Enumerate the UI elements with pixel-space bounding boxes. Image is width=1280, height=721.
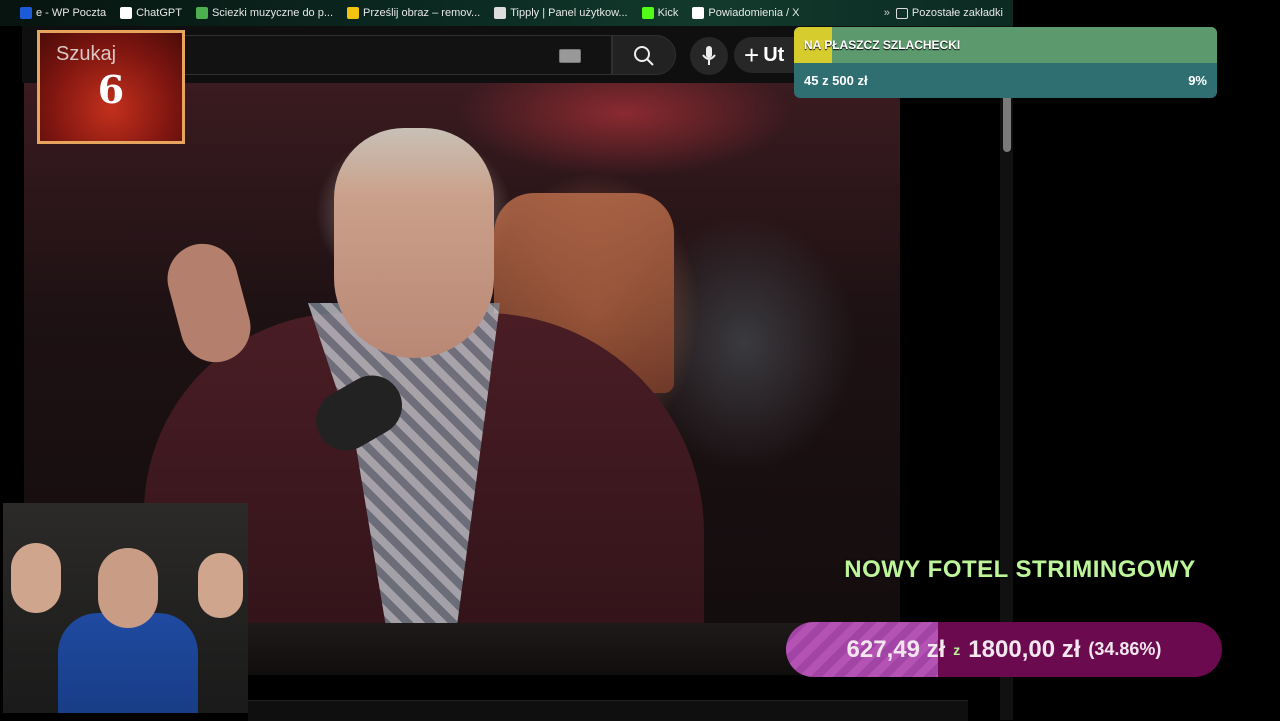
folder-icon bbox=[895, 7, 908, 19]
goal-title: NA PŁASZCZ SZLACHECKI bbox=[804, 38, 961, 52]
webcam-right-hand bbox=[198, 553, 243, 618]
bookmarks-overflow-icon[interactable]: » bbox=[884, 7, 890, 19]
bookmark-item[interactable]: Kick bbox=[641, 7, 679, 19]
image-icon bbox=[195, 7, 208, 19]
donation-goal-title: NOWY FOTEL STRIMINGOWY bbox=[844, 556, 1196, 583]
bookmark-label: Tipply | Panel użytkow... bbox=[510, 7, 628, 19]
search-counter-label: Szukaj bbox=[56, 43, 117, 65]
bookmark-item[interactable]: Powiadomienia / X bbox=[692, 7, 799, 19]
search-input[interactable] bbox=[160, 35, 612, 75]
search-counter-overlay: Szukaj 6 bbox=[37, 30, 185, 144]
bookmark-list: e - WP Poczta ChatGPT Sciezki muzyczne do … bbox=[20, 7, 799, 19]
donation-percent: (34.86%) bbox=[1088, 639, 1162, 659]
chatgpt-icon bbox=[120, 7, 133, 19]
donation-goal: 1800,00 zł bbox=[968, 635, 1081, 663]
bookmark-label: Prześlij obraz – remov... bbox=[363, 7, 481, 19]
bookmark-label: Powiadomienia / X bbox=[708, 7, 800, 19]
donation-progress-text: 627,49 zł z 1800,00 zł (34.86%) bbox=[786, 622, 1222, 677]
tipply-icon bbox=[494, 7, 507, 19]
bookmark-item[interactable]: Tipply | Panel użytkow... bbox=[494, 7, 628, 19]
goal-amount: 45 z 500 zł bbox=[804, 73, 868, 88]
envelope-icon bbox=[347, 7, 360, 19]
microphone-icon bbox=[702, 46, 716, 65]
donation-current: 627,49 zł bbox=[846, 635, 946, 663]
other-bookmarks-folder[interactable]: Pozostałe zakładki bbox=[895, 7, 1003, 19]
bookmark-item[interactable]: Prześlij obraz – remov... bbox=[347, 7, 480, 19]
search-counter-value: 6 bbox=[97, 67, 125, 112]
bookmark-label: e - WP Poczta bbox=[36, 7, 107, 19]
webcam-left-hand bbox=[11, 543, 61, 613]
webcam-head bbox=[98, 548, 158, 628]
goal-widget: NA PŁASZCZ SZLACHECKI 45 z 500 zł 9% bbox=[794, 27, 1217, 98]
other-bookmarks-label: Pozostałe zakładki bbox=[911, 7, 1003, 19]
video-scene-head bbox=[334, 128, 494, 358]
search-button[interactable] bbox=[612, 35, 676, 75]
bookmark-label: Kick bbox=[657, 7, 679, 19]
donation-separator: z bbox=[953, 641, 961, 658]
bookmark-item[interactable]: Sciezki muzyczne do p... bbox=[195, 7, 334, 19]
x-icon bbox=[692, 7, 705, 19]
wp-icon bbox=[20, 7, 32, 19]
video-info-strip bbox=[248, 700, 968, 721]
kick-icon bbox=[641, 7, 654, 19]
voice-search-button[interactable] bbox=[690, 37, 728, 75]
bookmark-item[interactable]: ChatGPT bbox=[120, 7, 182, 19]
goal-percent: 9% bbox=[1188, 73, 1207, 88]
create-label: Ut bbox=[763, 43, 785, 66]
search-icon bbox=[634, 46, 654, 66]
webcam-shirt bbox=[58, 613, 198, 713]
donation-progress-bar: 627,49 zł z 1800,00 zł (34.86%) bbox=[786, 622, 1222, 677]
webcam-overlay bbox=[3, 503, 248, 713]
bookmark-label: ChatGPT bbox=[136, 7, 182, 19]
bookmark-label: Sciezki muzyczne do p... bbox=[211, 7, 334, 19]
bookmarks-bar: e - WP Poczta ChatGPT Sciezki muzyczne do … bbox=[0, 0, 1013, 26]
keyboard-icon[interactable] bbox=[559, 49, 581, 63]
bookmarks-end: » Pozostałe zakładki bbox=[884, 7, 1013, 19]
bookmark-item[interactable]: e - WP Poczta bbox=[20, 7, 106, 19]
plus-icon: + bbox=[744, 39, 760, 70]
